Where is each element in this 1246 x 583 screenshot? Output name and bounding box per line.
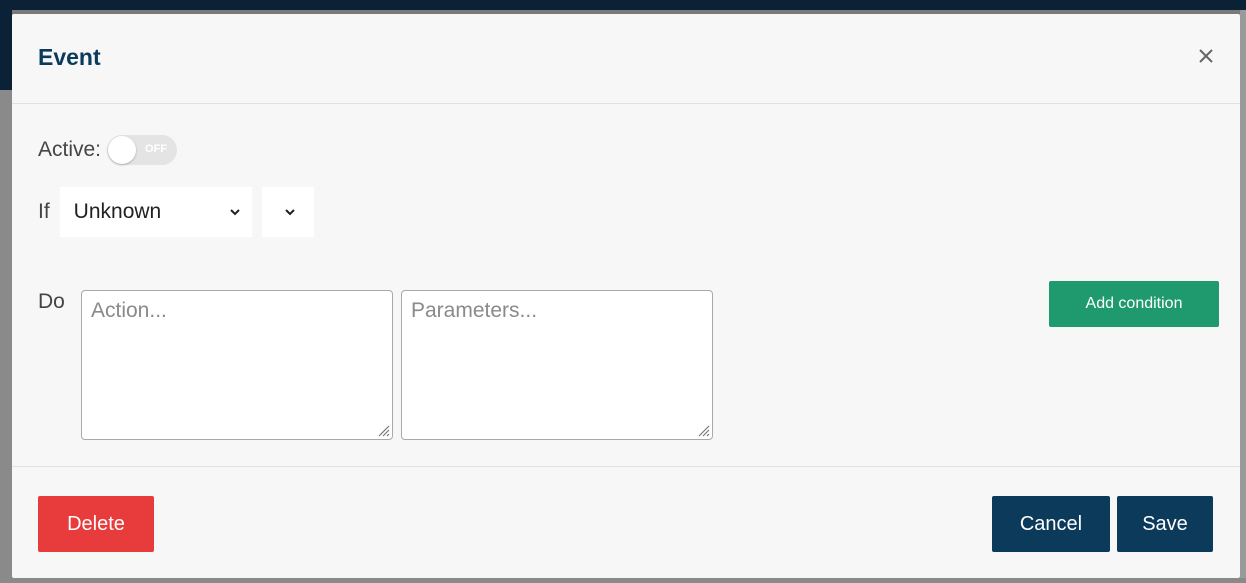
toggle-state-text: OFF bbox=[145, 143, 168, 155]
active-label: Active: bbox=[38, 138, 102, 161]
toggle-knob bbox=[108, 136, 137, 164]
if-label: If bbox=[38, 200, 50, 223]
resize-grip-icon[interactable] bbox=[374, 421, 390, 437]
background-top-bar bbox=[0, 0, 1246, 10]
modal-title: Event bbox=[38, 44, 101, 70]
event-modal: Event Active: OFF If Unknown Do Action..… bbox=[12, 14, 1240, 578]
action-placeholder: Action... bbox=[91, 299, 167, 322]
modal-footer: Delete Cancel Save bbox=[12, 466, 1240, 578]
if-row: If Unknown bbox=[38, 187, 314, 237]
background-page-bottom-edge bbox=[0, 578, 1246, 583]
cancel-button[interactable]: Cancel bbox=[992, 496, 1110, 552]
condition-select[interactable]: Unknown bbox=[59, 187, 252, 237]
active-toggle[interactable]: OFF bbox=[107, 135, 178, 165]
parameters-textarea[interactable]: Parameters... bbox=[401, 290, 713, 440]
delete-button[interactable]: Delete bbox=[38, 496, 154, 552]
do-label: Do bbox=[38, 290, 65, 313]
background-page-edge bbox=[0, 10, 12, 583]
chevron-down-icon bbox=[284, 209, 295, 216]
add-condition-button[interactable]: Add condition bbox=[1049, 281, 1219, 327]
save-button[interactable]: Save bbox=[1117, 496, 1213, 552]
close-icon-graphic bbox=[1199, 49, 1213, 63]
active-row: Active: OFF bbox=[38, 132, 178, 168]
background-page-right-edge bbox=[1240, 10, 1246, 583]
resize-grip-icon[interactable] bbox=[694, 421, 710, 437]
modal-header: Event bbox=[12, 14, 1240, 104]
chevron-down-icon bbox=[229, 209, 240, 216]
parameters-placeholder: Parameters... bbox=[411, 299, 538, 322]
condition-secondary-select[interactable] bbox=[261, 187, 314, 237]
condition-select-value: Unknown bbox=[73, 200, 162, 223]
action-textarea[interactable]: Action... bbox=[81, 290, 393, 440]
close-icon[interactable] bbox=[1194, 44, 1218, 68]
background-nav-fragment bbox=[0, 10, 12, 90]
